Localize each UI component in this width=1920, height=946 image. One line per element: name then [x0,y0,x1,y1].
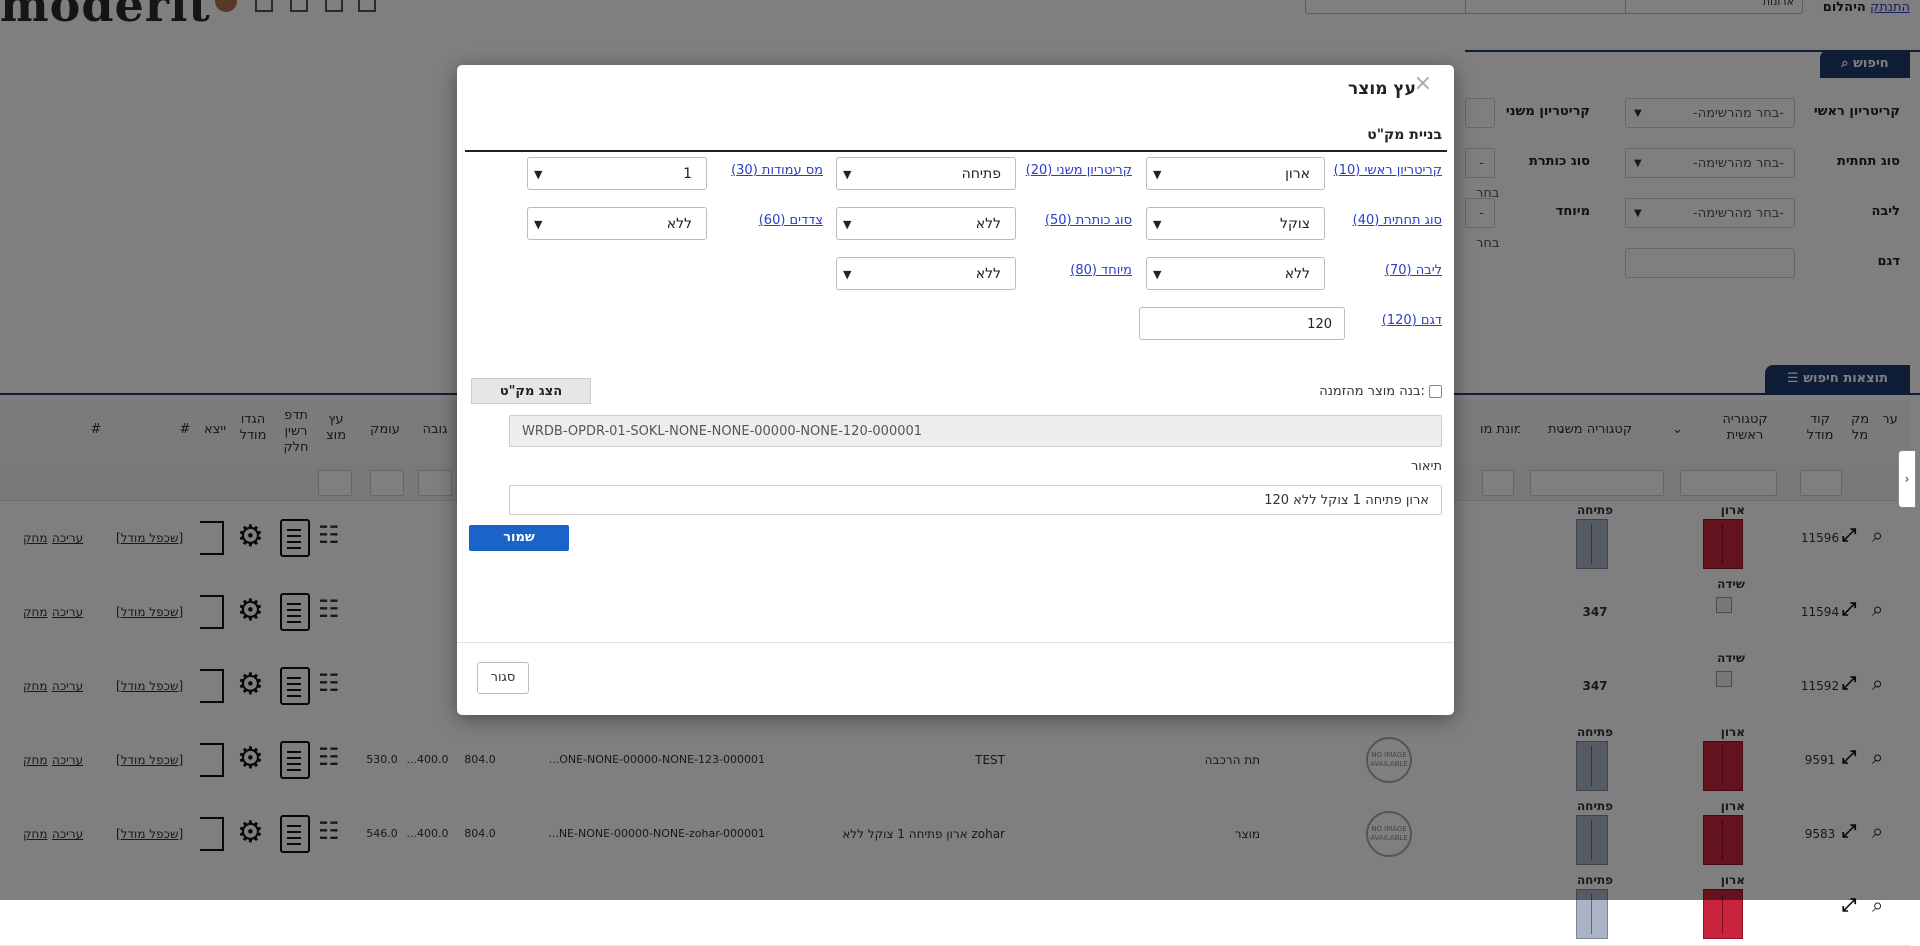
bottom-type-link[interactable]: סוג תחתית (40) [1353,213,1442,228]
select-value: צוקל [1279,216,1310,232]
core-select[interactable]: ▼ ללא [1146,257,1325,290]
core-link[interactable]: ליבה (70) [1385,263,1442,278]
select-value: ללא [666,216,692,232]
top-type-link[interactable]: סוג כותרת (50) [1045,213,1132,228]
description-label: תיאור [1410,459,1442,474]
bottom-type-select[interactable]: ▼ צוקל [1146,207,1325,240]
build-from-order-checkbox[interactable] [1429,385,1442,398]
select-value: ללא [1284,266,1310,282]
sku-field[interactable]: WRDB-OPDR-01-SOKL-NONE-NONE-00000-NONE-1… [509,415,1442,447]
sku-build-title: בניית מק"ט [1367,127,1442,143]
modal-footer-divider [457,642,1454,643]
select-value: ללא [975,216,1001,232]
special-link[interactable]: מיוחד (80) [1070,263,1132,278]
columns-count-link[interactable]: מס עמודות (30) [731,163,823,178]
close-icon[interactable]: × [1414,71,1432,96]
description-field[interactable]: ארון פתיחה 1 צוקל ללא 120 [509,485,1442,515]
side-panel-toggle[interactable]: › [1898,450,1916,508]
special-select[interactable]: ▼ ללא [836,257,1016,290]
main-criteria-link[interactable]: קריטריון ראשי (10) [1334,163,1442,178]
modal-title: עץ מוצר [1348,79,1416,99]
select-value: 1 [683,166,692,182]
product-tree-modal: × עץ מוצר בניית מק"ט קריטריון ראשי (10) … [457,65,1454,715]
select-value: ללא [975,266,1001,282]
columns-count-select[interactable]: ▼ 1 [527,157,707,190]
sides-link[interactable]: צדדים (60) [759,213,823,228]
main-criteria-select[interactable]: ▼ ארון [1146,157,1325,190]
sub-criteria-select[interactable]: ▼ פתיחה [836,157,1016,190]
save-button[interactable]: שמור [469,525,569,551]
show-sku-button[interactable]: הצג מק"ט [471,378,591,404]
select-value: ארון [1285,166,1310,182]
model-link[interactable]: דגם (120) [1382,313,1442,328]
close-button[interactable]: סגור [477,662,529,694]
select-value: פתיחה [961,166,1001,182]
build-from-order: בנה מוצר מהזמנה: [1319,384,1442,399]
sub-criteria-link[interactable]: קריטריון משני (20) [1026,163,1132,178]
sides-select[interactable]: ▼ ללא [527,207,707,240]
top-type-select[interactable]: ▼ ללא [836,207,1016,240]
model-input[interactable]: 120 [1139,307,1345,340]
section-divider [465,150,1447,152]
build-from-order-label: בנה מוצר מהזמנה: [1319,384,1425,399]
